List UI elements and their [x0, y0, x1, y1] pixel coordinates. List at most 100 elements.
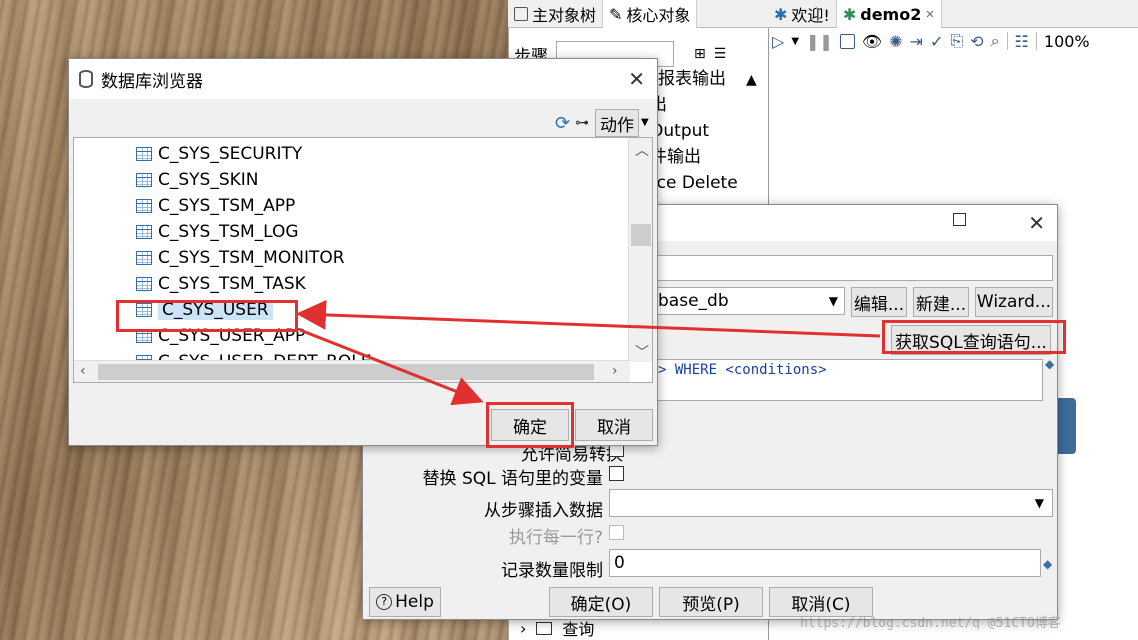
- list-item[interactable]: 件输出: [650, 144, 762, 170]
- tab-label: 主对象树: [532, 6, 597, 25]
- table-list: C_SYS_SECURITY C_SYS_SKIN C_SYS_TSM_APP …: [73, 137, 653, 383]
- tree-icon: [514, 7, 528, 21]
- scroll-up-arrow-icon[interactable]: ▲: [746, 72, 757, 88]
- explore-db-icon[interactable]: ⌕: [991, 31, 1000, 51]
- chevron-down-icon: ▼: [828, 294, 838, 308]
- tab-label: demo2: [860, 4, 922, 24]
- table-name: C_SYS_TSM_APP: [158, 196, 296, 216]
- scroll-thumb[interactable]: [98, 364, 594, 380]
- tab-label: 核心对象: [626, 6, 691, 25]
- table-icon: [136, 147, 152, 161]
- pencil-icon: ✎: [609, 4, 623, 24]
- connection-select[interactable]: base_db ▼: [653, 287, 845, 315]
- impact-icon[interactable]: ⎘: [950, 31, 963, 51]
- align-icon[interactable]: ☷: [1015, 32, 1029, 51]
- run-icon[interactable]: ▷: [772, 32, 784, 51]
- wizard-button[interactable]: Wizard...: [975, 287, 1053, 317]
- list-item[interactable]: C_SYS_TSM_LOG: [136, 220, 299, 244]
- variable-icon: ◆: [1043, 557, 1053, 571]
- table-name: C_SYS_TSM_TASK: [158, 274, 306, 294]
- maximize-icon[interactable]: [953, 213, 966, 226]
- verify-icon[interactable]: ✓: [930, 32, 943, 51]
- ok-button[interactable]: 确定(O): [549, 587, 653, 617]
- insert-from-step-select[interactable]: ▼: [609, 489, 1053, 517]
- step-node[interactable]: [1058, 398, 1076, 454]
- scroll-left-icon[interactable]: ‹: [80, 363, 86, 379]
- table-icon: [136, 251, 152, 265]
- horizontal-scrollbar[interactable]: ‹ ›: [74, 360, 630, 382]
- close-icon[interactable]: ✕: [1028, 211, 1045, 235]
- editor-tabbar: ✱ 欢迎! ✱ demo2 ✕: [768, 0, 1138, 28]
- tab-welcome[interactable]: ✱ 欢迎!: [768, 0, 837, 28]
- dialog-title: 数据库浏览器: [101, 71, 203, 92]
- step-name-field[interactable]: [653, 255, 1053, 281]
- limit-input[interactable]: 0: [609, 549, 1041, 577]
- stop-icon[interactable]: [839, 33, 855, 49]
- list-item[interactable]: 出: [650, 92, 762, 118]
- zoom-level[interactable]: 100%: [1044, 32, 1090, 51]
- folder-icon: [536, 621, 553, 635]
- left-tabbar: 主对象树 ✎ 核心对象: [508, 0, 768, 28]
- table-icon: [136, 225, 152, 239]
- table-icon: [136, 173, 152, 187]
- cancel-button[interactable]: 取消: [575, 409, 653, 441]
- list-item[interactable]: rce Delete: [650, 170, 762, 196]
- debug-icon[interactable]: ✺: [889, 32, 902, 51]
- scroll-up-icon[interactable]: ︿: [635, 140, 649, 160]
- refresh-icon[interactable]: ⟳: [555, 113, 570, 134]
- list-item[interactable]: C_SYS_SKIN: [136, 168, 259, 192]
- scroll-thumb[interactable]: [631, 224, 651, 246]
- dialog-titlebar: 数据库浏览器: [69, 59, 657, 99]
- replace-vars-checkbox[interactable]: [609, 466, 624, 481]
- sql-editor[interactable]: > WHERE <conditions>: [653, 359, 1043, 401]
- tab-core-objects[interactable]: ✎ 核心对象: [603, 0, 698, 28]
- replay-icon[interactable]: ⇥: [910, 32, 923, 51]
- table-name: C_SYS_SECURITY: [158, 144, 303, 164]
- new-connection-button[interactable]: 新建...: [913, 287, 969, 317]
- edit-connection-button[interactable]: 编辑...: [851, 287, 907, 317]
- list-item[interactable]: C_SYS_TSM_TASK: [136, 272, 306, 296]
- list-item[interactable]: Output: [650, 118, 762, 144]
- limit-value: 0: [614, 553, 625, 573]
- pause-icon[interactable]: ❚❚: [806, 32, 833, 51]
- list-item[interactable]: C_SYS_TSM_MONITOR: [136, 246, 345, 270]
- list-item[interactable]: C_SYS_SECURITY: [136, 142, 302, 166]
- preview-icon[interactable]: 👁: [862, 32, 882, 51]
- database-browser-dialog: 数据库浏览器 ✕ ⟳ ⊶ 动作 ▼ C_SYS_SECURITY C_SYS_S…: [68, 58, 658, 446]
- collapse-tree-icon[interactable]: ☰: [714, 46, 727, 62]
- insert-from-step-label: 从步骤插入数据: [484, 501, 603, 521]
- table-icon: [136, 277, 152, 291]
- hierarchy-icon[interactable]: ⊶: [575, 115, 589, 131]
- help-button[interactable]: ? Help: [369, 587, 441, 617]
- vertical-scrollbar[interactable]: ︿ ﹀: [628, 138, 652, 362]
- watermark: https://blog.csdn.net/q @51CTO博客: [800, 616, 1061, 631]
- list-item[interactable]: C_SYS_TSM_APP: [136, 194, 295, 218]
- tab-label: 欢迎!: [791, 6, 830, 25]
- help-label: Help: [395, 592, 434, 612]
- editor-toolbar: ▷ ▼ ❚❚ 👁 ✺ ⇥ ✓ ⎘ ⟲ ⌕ ☷ 100%: [772, 30, 1090, 52]
- transformation-icon: ✱: [842, 4, 857, 24]
- close-icon[interactable]: ✕: [628, 67, 645, 91]
- sql-icon[interactable]: ⟲: [970, 32, 983, 51]
- chevron-down-icon[interactable]: ▼: [641, 117, 649, 128]
- sql-text: > WHERE <conditions>: [658, 362, 827, 378]
- scroll-right-icon[interactable]: ›: [612, 363, 618, 379]
- connection-value: base_db: [658, 291, 729, 311]
- dropdown-icon[interactable]: ▼: [791, 36, 799, 47]
- preview-button[interactable]: 预览(P): [659, 587, 763, 617]
- scroll-down-icon[interactable]: ﹀: [635, 342, 649, 362]
- annotation-box-selected-table: [116, 300, 298, 332]
- chevron-down-icon: ▼: [1034, 496, 1044, 510]
- action-button[interactable]: 动作: [595, 109, 639, 137]
- table-name: C_SYS_TSM_LOG: [158, 222, 299, 242]
- replace-vars-label: 替换 SQL 语句里的变量: [422, 469, 603, 489]
- limit-label: 记录数量限制: [501, 561, 603, 581]
- help-icon: ?: [376, 594, 393, 610]
- variable-icon: ◆: [1045, 357, 1055, 371]
- execute-each-row-checkbox[interactable]: [609, 525, 624, 540]
- toolbar-divider: [1006, 32, 1008, 50]
- tab-demo2[interactable]: ✱ demo2 ✕: [836, 0, 942, 28]
- close-tab-icon[interactable]: ✕: [925, 8, 934, 21]
- tab-main-object-tree[interactable]: 主对象树: [508, 0, 604, 28]
- expand-tree-icon[interactable]: ⊞: [694, 46, 706, 62]
